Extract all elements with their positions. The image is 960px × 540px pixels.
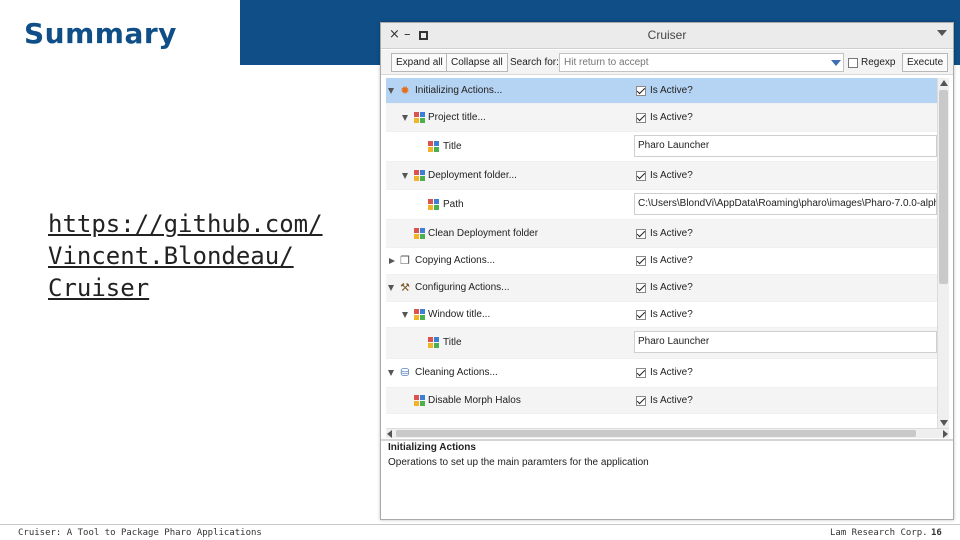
- grid-icon: [428, 337, 440, 349]
- vertical-scrollbar[interactable]: [937, 78, 949, 428]
- footer-divider: [0, 524, 960, 525]
- is-active-label: Is Active?: [650, 308, 693, 320]
- window-titlebar[interactable]: × – Cruiser: [381, 23, 953, 49]
- expand-toggle-icon[interactable]: [388, 87, 394, 94]
- is-active-checkbox[interactable]: [636, 368, 646, 378]
- github-link-line-3: Cruiser: [48, 274, 150, 302]
- github-link-line-2: Vincent.Blondeau/: [48, 242, 294, 270]
- description-title: Initializing Actions: [388, 442, 476, 453]
- tree-row-label: Path: [443, 198, 464, 210]
- expand-toggle-icon[interactable]: [388, 285, 394, 291]
- is-active-checkbox[interactable]: [636, 283, 646, 293]
- regexp-label: Regexp: [861, 57, 896, 68]
- scroll-down-icon[interactable]: [940, 420, 948, 426]
- is-active-label: Is Active?: [650, 84, 693, 96]
- grid-icon: [414, 169, 426, 182]
- tree-row-clean-deployment-folder[interactable]: Clean Deployment folder Is Active?: [386, 220, 937, 248]
- tree-row-window-title[interactable]: Window title... Is Active?: [386, 302, 937, 328]
- wrench-icon: ⚒: [400, 281, 410, 294]
- slide-title: Summary: [24, 17, 177, 50]
- horizontal-scrollbar[interactable]: [386, 428, 949, 438]
- actions-tree: ✹ Initializing Actions... Is Active? Pro…: [386, 78, 937, 428]
- grid-icon: [428, 198, 440, 211]
- is-active-checkbox[interactable]: [636, 112, 646, 123]
- grid-icon: [428, 140, 440, 153]
- collapse-all-button[interactable]: Collapse all: [446, 53, 508, 72]
- scroll-right-icon[interactable]: [943, 430, 948, 438]
- page-number: 16: [931, 528, 942, 538]
- window-menu-icon[interactable]: [937, 30, 947, 36]
- tree-row-label: Deployment folder...: [428, 169, 517, 181]
- grid-icon: [414, 308, 426, 321]
- tree-row-label: Configuring Actions...: [415, 282, 510, 293]
- github-link-line-1: https://github.com/: [48, 210, 323, 238]
- vertical-scroll-thumb[interactable]: [939, 90, 948, 284]
- gear-icon: ✹: [400, 83, 410, 97]
- tree-row-label: Initializing Actions...: [415, 84, 503, 96]
- is-active-label: Is Active?: [650, 255, 693, 266]
- is-active-label: Is Active?: [650, 169, 693, 181]
- description-text: Operations to set up the main paramters …: [388, 457, 649, 468]
- is-active-checkbox[interactable]: [636, 228, 646, 239]
- tree-row-label: Window title...: [428, 308, 491, 320]
- cruiser-window: × – Cruiser Expand all Collapse all Sear…: [380, 22, 954, 520]
- scroll-up-icon[interactable]: [940, 80, 948, 86]
- github-link[interactable]: https://github.com/ Vincent.Blondeau/ Cr…: [48, 208, 348, 304]
- is-active-label: Is Active?: [650, 227, 693, 239]
- search-dropdown-icon[interactable]: [831, 60, 841, 66]
- tree-row-disable-morph-halos[interactable]: Disable Morph Halos Is Active?: [386, 388, 937, 414]
- tree-row-path[interactable]: Path C:\Users\BlondVi\AppData\Roaming\ph…: [386, 190, 937, 220]
- pane-splitter[interactable]: [381, 439, 953, 441]
- horizontal-scroll-thumb[interactable]: [396, 430, 916, 437]
- footer-caption: Cruiser: A Tool to Package Pharo Applica…: [18, 528, 262, 538]
- tree-row-label: Disable Morph Halos: [428, 394, 521, 406]
- tree-row-project-title[interactable]: Project title... Is Active?: [386, 104, 937, 132]
- regexp-checkbox[interactable]: [848, 58, 858, 68]
- tree-row-label: Project title...: [428, 111, 486, 123]
- trash-icon: ⛁: [400, 366, 410, 379]
- tree-row-window-title-value[interactable]: Title Pharo Launcher: [386, 328, 937, 359]
- is-active-checkbox[interactable]: [636, 256, 646, 266]
- copy-icon: ❐: [400, 254, 410, 267]
- toolbar: Expand all Collapse all Search for: Rege…: [381, 50, 953, 75]
- footer-company: Lam Research Corp.: [830, 528, 928, 538]
- is-active-checkbox[interactable]: [636, 309, 646, 320]
- title-field[interactable]: Pharo Launcher: [634, 135, 937, 157]
- scroll-left-icon[interactable]: [387, 430, 392, 438]
- grid-icon: [414, 111, 426, 124]
- tree-row-initializing-actions[interactable]: ✹ Initializing Actions... Is Active?: [386, 78, 937, 104]
- expand-toggle-icon[interactable]: [402, 311, 408, 318]
- expand-toggle-icon[interactable]: [402, 172, 408, 179]
- is-active-checkbox[interactable]: [636, 395, 646, 406]
- tree-row-label: Cleaning Actions...: [415, 367, 498, 378]
- is-active-label: Is Active?: [650, 394, 693, 406]
- tree-row-label: Clean Deployment folder: [428, 227, 539, 239]
- is-active-label: Is Active?: [650, 111, 693, 123]
- search-label: Search for:: [510, 57, 559, 68]
- grid-icon: [414, 227, 426, 240]
- window-title-field[interactable]: Pharo Launcher: [634, 331, 937, 353]
- tree-row-label: Title: [443, 337, 462, 348]
- window-title: Cruiser: [647, 28, 687, 42]
- grid-icon: [414, 394, 426, 407]
- expand-all-button[interactable]: Expand all: [391, 53, 448, 72]
- execute-button[interactable]: Execute: [902, 53, 949, 72]
- expand-toggle-icon[interactable]: [389, 257, 395, 264]
- expand-toggle-icon[interactable]: [388, 370, 394, 376]
- search-input[interactable]: [559, 53, 844, 72]
- tree-row-copying-actions[interactable]: ❐ Copying Actions... Is Active?: [386, 248, 937, 275]
- tree-row-title[interactable]: Title Pharo Launcher: [386, 132, 937, 162]
- expand-toggle-icon[interactable]: [402, 114, 408, 121]
- is-active-label: Is Active?: [650, 367, 693, 378]
- tree-row-label: Title: [443, 140, 462, 152]
- tree-row-deployment-folder[interactable]: Deployment folder... Is Active?: [386, 162, 937, 190]
- is-active-checkbox[interactable]: [636, 170, 646, 181]
- is-active-checkbox[interactable]: [636, 85, 646, 96]
- tree-row-cleaning-actions[interactable]: ⛁ Cleaning Actions... Is Active?: [386, 359, 937, 388]
- tree-row-label: Copying Actions...: [415, 255, 496, 266]
- is-active-label: Is Active?: [650, 282, 693, 293]
- path-field[interactable]: C:\Users\BlondVi\AppData\Roaming\pharo\i…: [634, 193, 937, 215]
- tree-row-configuring-actions[interactable]: ⚒ Configuring Actions... Is Active?: [386, 275, 937, 302]
